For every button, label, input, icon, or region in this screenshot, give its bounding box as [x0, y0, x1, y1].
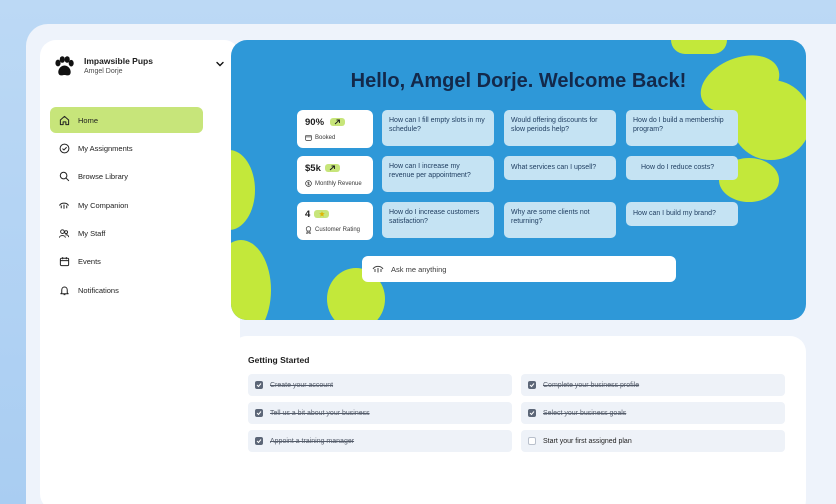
- ask-input[interactable]: [391, 264, 661, 274]
- stat-card-monthly-revenue: $5k Monthly Revenue: [297, 156, 373, 194]
- suggested-question[interactable]: How can I increase my revenue per appoin…: [382, 156, 494, 192]
- checkbox-checked[interactable]: [528, 409, 536, 417]
- checkbox-checked[interactable]: [255, 409, 263, 417]
- task-item[interactable]: Start your first assigned plan: [521, 430, 785, 452]
- decorative-blob: [231, 150, 255, 230]
- chevron-down-icon[interactable]: [215, 59, 225, 69]
- task-label: Start your first assigned plan: [543, 437, 632, 445]
- sidebar: Impawsible Pups Amgel Dorje Home My Assi…: [40, 40, 240, 504]
- arrow-up-right-icon: [325, 164, 340, 172]
- task-item[interactable]: Appoint a training manager: [248, 430, 512, 452]
- suggested-question[interactable]: Why are some clients not returning?: [504, 202, 616, 238]
- stat-value: 90%: [305, 117, 325, 128]
- task-label: Select your business goals: [543, 409, 627, 417]
- suggested-question[interactable]: Would offering discounts for slow period…: [504, 110, 616, 146]
- companion-icon: [372, 265, 384, 273]
- user-name: Amgel Dorje: [84, 68, 123, 75]
- hero-panel: Hello, Amgel Dorje. Welcome Back! 90% Bo…: [231, 40, 806, 320]
- task-label: Appoint a training manager: [270, 437, 355, 445]
- star-icon: [314, 210, 329, 218]
- task-item[interactable]: Select your business goals: [521, 402, 785, 424]
- task-label: Create your account: [270, 381, 334, 389]
- task-label: Tell us a bit about your business: [270, 409, 370, 417]
- calendar-icon: [58, 256, 70, 268]
- ask-bar: [362, 256, 676, 282]
- search-icon: [58, 171, 70, 183]
- suggested-question[interactable]: How can I build my brand?: [626, 202, 738, 226]
- task-item[interactable]: Tell us a bit about your business: [248, 402, 512, 424]
- calendar-icon: [305, 134, 312, 141]
- dollar-icon: [305, 180, 312, 187]
- arrow-up-right-icon: [330, 118, 345, 126]
- decorative-blob: [231, 240, 271, 320]
- paw-logo-icon: [55, 56, 74, 76]
- stat-card-customer-rating: 4 Customer Rating: [297, 202, 373, 240]
- decorative-blob: [671, 40, 727, 54]
- stat-value: 4: [305, 209, 311, 220]
- sidebar-item-my-staff[interactable]: My Staff: [50, 221, 203, 247]
- sidebar-nav: Home My Assignments Browse Library My Co…: [50, 107, 203, 306]
- sidebar-item-events[interactable]: Events: [50, 249, 203, 275]
- checkbox-checked[interactable]: [255, 381, 263, 389]
- checkbox-unchecked[interactable]: [528, 437, 536, 445]
- suggested-question[interactable]: How do I increase customers satisfaction…: [382, 202, 494, 238]
- sidebar-item-label: Browse Library: [78, 172, 129, 182]
- sidebar-item-home[interactable]: Home: [50, 107, 203, 133]
- getting-started-title: Getting Started: [248, 355, 310, 365]
- sidebar-item-notifications[interactable]: Notifications: [50, 277, 203, 303]
- sidebar-item-my-companion[interactable]: My Companion: [50, 192, 203, 218]
- suggested-question[interactable]: How do I build a membership program?: [626, 110, 738, 146]
- stat-label: Booked: [315, 134, 336, 141]
- companion-icon: [58, 199, 70, 211]
- sidebar-item-label: Notifications: [78, 285, 119, 295]
- sidebar-item-label: Events: [78, 257, 101, 267]
- home-icon: [58, 114, 70, 126]
- workspace-switcher[interactable]: Impawsible Pups Amgel Dorje: [54, 56, 229, 84]
- suggested-question[interactable]: What services can I upsell?: [504, 156, 616, 180]
- staff-icon: [58, 228, 70, 240]
- checkbox-checked[interactable]: [528, 381, 536, 389]
- sidebar-item-label: Home: [78, 115, 99, 125]
- sidebar-item-browse-library[interactable]: Browse Library: [50, 164, 203, 190]
- bell-icon: [58, 284, 70, 296]
- stat-value: $5k: [305, 163, 321, 174]
- sidebar-item-label: My Assignments: [78, 143, 133, 153]
- task-item[interactable]: Complete your business profile: [521, 374, 785, 396]
- checkbox-checked[interactable]: [255, 437, 263, 445]
- stat-label: Monthly Revenue: [315, 180, 362, 187]
- sidebar-item-label: My Companion: [78, 200, 129, 210]
- suggested-question[interactable]: How do I reduce costs?: [626, 156, 738, 180]
- stat-label: Customer Rating: [315, 227, 361, 233]
- stat-card-booked: 90% Booked: [297, 110, 373, 148]
- sidebar-item-my-assignments[interactable]: My Assignments: [50, 135, 203, 161]
- check-circle-icon: [58, 142, 70, 154]
- suggested-question[interactable]: How can I fill empty slots in my schedul…: [382, 110, 494, 146]
- sidebar-item-label: My Staff: [78, 229, 106, 239]
- award-icon: [305, 226, 312, 234]
- task-item[interactable]: Create your account: [248, 374, 512, 396]
- welcome-heading: Hello, Amgel Dorje. Welcome Back!: [350, 70, 687, 92]
- workspace-name: Impawsible Pups: [84, 56, 153, 66]
- getting-started-panel: Getting Started Create your account Comp…: [231, 336, 806, 504]
- app-window: Impawsible Pups Amgel Dorje Home My Assi…: [26, 24, 836, 504]
- task-label: Complete your business profile: [543, 381, 640, 389]
